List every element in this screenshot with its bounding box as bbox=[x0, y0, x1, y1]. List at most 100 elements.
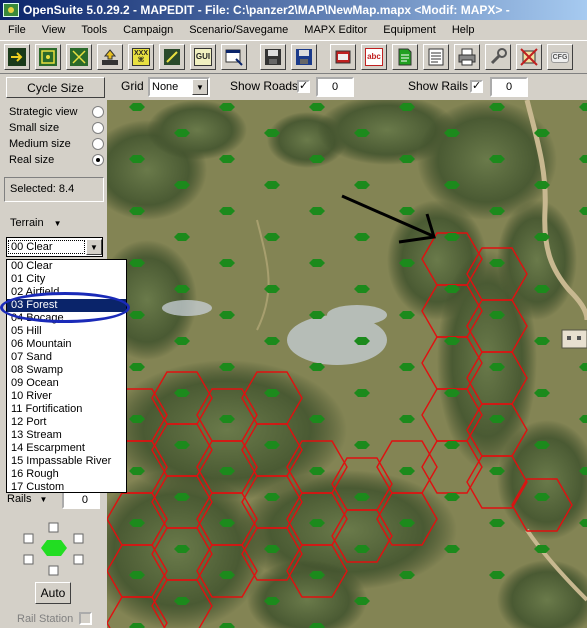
terrain-option[interactable]: 08 Swamp bbox=[7, 364, 126, 377]
terrain-select-value: 00 Clear bbox=[8, 240, 85, 254]
menu-view[interactable]: View bbox=[34, 24, 74, 36]
show-rails-checkbox[interactable]: ✓ bbox=[470, 80, 483, 93]
unit-button[interactable] bbox=[330, 44, 356, 70]
cfg-icon: CFG bbox=[550, 51, 570, 63]
toolbar: XXX ⌘ GUI abc CFG bbox=[0, 40, 587, 74]
terrain-option[interactable]: 16 Rough bbox=[7, 468, 126, 481]
terrain-option[interactable]: 07 Sand bbox=[7, 351, 126, 364]
show-roads-label: Show Roads bbox=[230, 79, 299, 93]
terrain-option[interactable]: 00 Clear bbox=[7, 260, 126, 273]
terrain-dropdown-list[interactable]: 00 Clear 01 City 02 Airfield 03 Forest 0… bbox=[6, 259, 127, 493]
options-bar: Cycle Size Grid None ▼ Show Roads ✓ 0 Sh… bbox=[0, 75, 587, 99]
tool-button[interactable] bbox=[485, 44, 511, 70]
notes-button[interactable] bbox=[423, 44, 449, 70]
view-strategic-option[interactable]: Strategic view bbox=[9, 104, 104, 120]
tool-icon bbox=[490, 48, 507, 65]
upload-icon bbox=[102, 49, 118, 65]
terrain-select[interactable]: 00 Clear ▼ bbox=[6, 237, 103, 257]
grid-icon bbox=[39, 48, 57, 66]
rails-label-text: Rails bbox=[7, 493, 32, 505]
terrain-option[interactable]: 02 Airfield bbox=[7, 286, 126, 299]
grid-select[interactable]: None ▼ bbox=[148, 77, 210, 97]
terrain-option[interactable]: 14 Escarpment bbox=[7, 442, 126, 455]
menu-help[interactable]: Help bbox=[444, 24, 483, 36]
rail-station-checkbox[interactable] bbox=[79, 612, 93, 625]
terrain-label-text: Terrain bbox=[10, 217, 44, 229]
show-roads-checkbox[interactable]: ✓ bbox=[297, 80, 310, 93]
rails-value-field[interactable]: 0 bbox=[490, 77, 528, 97]
hex-grid-alt-button[interactable] bbox=[66, 44, 92, 70]
menu-campaign[interactable]: Campaign bbox=[115, 24, 181, 36]
terrain-label[interactable]: Terrain ▼ bbox=[10, 217, 62, 229]
crossed-icon bbox=[520, 48, 538, 66]
view-medium-option[interactable]: Medium size bbox=[9, 136, 104, 152]
terrain-option[interactable]: 01 City bbox=[7, 273, 126, 286]
terrain-option[interactable]: 04 Bocage bbox=[7, 312, 126, 325]
abc-button[interactable]: abc bbox=[361, 44, 387, 70]
caret-down-icon: ▼ bbox=[53, 218, 62, 228]
menu-equipment[interactable]: Equipment bbox=[375, 24, 444, 36]
save-icon bbox=[265, 49, 281, 65]
exit-button[interactable] bbox=[4, 44, 30, 70]
radio-button[interactable] bbox=[92, 138, 104, 150]
cycle-size-button[interactable]: Cycle Size bbox=[6, 77, 105, 98]
radio-button[interactable] bbox=[92, 106, 104, 118]
document-button[interactable] bbox=[392, 44, 418, 70]
document-icon bbox=[398, 48, 412, 66]
selected-text: Selected: 8.4 bbox=[10, 183, 75, 195]
menu-mapx-editor[interactable]: MAPX Editor bbox=[296, 24, 375, 36]
rail-station-row[interactable]: Rail Station bbox=[17, 612, 93, 625]
terrain-option[interactable]: 15 Impassable River bbox=[7, 455, 126, 468]
view-real-option[interactable]: Real size bbox=[9, 152, 104, 168]
gui-icon: GUI bbox=[194, 48, 212, 66]
map-terrain[interactable] bbox=[107, 100, 587, 628]
abc-icon: abc bbox=[365, 48, 383, 66]
xxx-button[interactable]: XXX ⌘ bbox=[128, 44, 154, 70]
roads-value-field[interactable]: 0 bbox=[316, 77, 354, 97]
save-as-icon bbox=[296, 49, 312, 65]
save-button[interactable] bbox=[260, 44, 286, 70]
grid-icon bbox=[70, 48, 88, 66]
auto-button[interactable]: Auto bbox=[35, 582, 71, 604]
rails-label[interactable]: Rails ▼ bbox=[7, 493, 47, 505]
menu-bar: File View Tools Campaign Scenario/Savega… bbox=[0, 20, 587, 39]
radio-button-selected[interactable] bbox=[92, 154, 104, 166]
app-icon bbox=[3, 3, 19, 17]
menu-scenario[interactable]: Scenario/Savegame bbox=[181, 24, 296, 36]
config-button[interactable]: CFG bbox=[547, 44, 573, 70]
chevron-down-icon[interactable]: ▼ bbox=[192, 79, 208, 95]
terrain-option[interactable]: 10 River bbox=[7, 390, 126, 403]
view-small-option[interactable]: Small size bbox=[9, 120, 104, 136]
frame-button[interactable] bbox=[159, 44, 185, 70]
direction-pad[interactable] bbox=[20, 522, 90, 578]
chevron-down-icon[interactable]: ▼ bbox=[86, 239, 102, 255]
caret-down-icon: ▼ bbox=[39, 494, 48, 504]
window-button[interactable] bbox=[221, 44, 247, 70]
terrain-option[interactable]: 12 Port bbox=[7, 416, 126, 429]
save-as-button[interactable] bbox=[291, 44, 317, 70]
print-icon bbox=[458, 48, 476, 66]
menu-tools[interactable]: Tools bbox=[73, 24, 115, 36]
terrain-option[interactable]: 06 Mountain bbox=[7, 338, 126, 351]
view-option-label: Medium size bbox=[9, 138, 71, 150]
notes-icon bbox=[428, 48, 444, 66]
gui-button[interactable]: GUI bbox=[190, 44, 216, 70]
terrain-option[interactable]: 05 Hill bbox=[7, 325, 126, 338]
unit-icon bbox=[335, 50, 351, 64]
rail-station-label: Rail Station bbox=[17, 612, 74, 625]
terrain-option[interactable]: 09 Ocean bbox=[7, 377, 126, 390]
terrain-option[interactable]: 11 Fortification bbox=[7, 403, 126, 416]
terrain-option[interactable]: 17 Custom bbox=[7, 481, 126, 494]
frame-icon bbox=[164, 49, 180, 65]
terrain-option[interactable]: 13 Stream bbox=[7, 429, 126, 442]
hex-grid-button[interactable] bbox=[35, 44, 61, 70]
menu-file[interactable]: File bbox=[0, 24, 34, 36]
radio-button[interactable] bbox=[92, 122, 104, 134]
map-canvas[interactable] bbox=[107, 100, 587, 628]
crossed-button[interactable] bbox=[516, 44, 542, 70]
grid-label: Grid bbox=[121, 79, 144, 93]
xxx-icon: XXX ⌘ bbox=[132, 48, 150, 66]
print-button[interactable] bbox=[454, 44, 480, 70]
terrain-option-selected[interactable]: 03 Forest bbox=[7, 299, 126, 312]
upload-button[interactable] bbox=[97, 44, 123, 70]
